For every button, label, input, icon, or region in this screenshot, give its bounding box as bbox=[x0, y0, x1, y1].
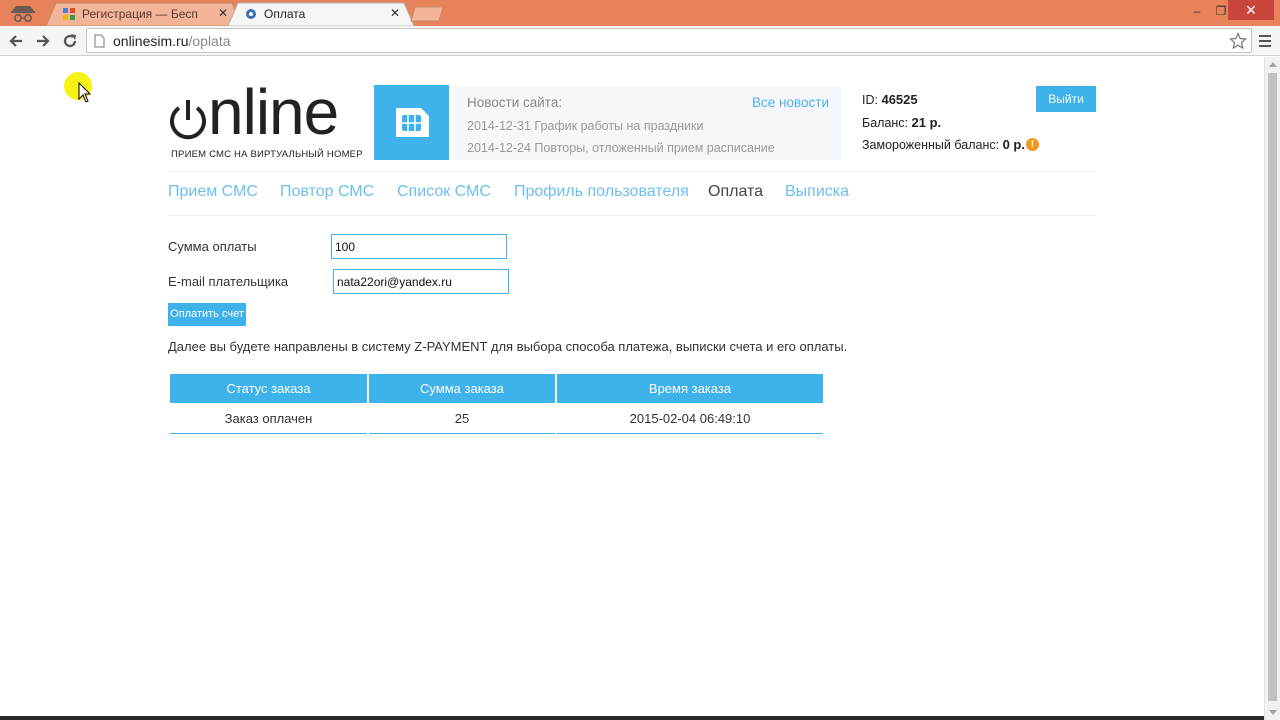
nav-item-user-profile[interactable]: Профиль пользователя bbox=[514, 183, 689, 201]
reload-icon[interactable] bbox=[60, 31, 80, 51]
logo-tagline: ПРИЕМ СМС НА ВИРТУАЛЬНЫЙ НОМЕР bbox=[171, 149, 363, 160]
payment-info-text: Далее вы будете направлены в систему Z-P… bbox=[168, 339, 848, 354]
account-frozen-balance: Замороженный баланс: 0 р.! bbox=[862, 137, 1039, 152]
power-icon bbox=[170, 100, 206, 140]
warning-icon[interactable]: ! bbox=[1025, 138, 1039, 151]
nav-item-receive-sms[interactable]: Прием СМС bbox=[168, 183, 258, 201]
page-icon bbox=[94, 34, 105, 48]
all-news-link[interactable]: Все новости bbox=[752, 95, 829, 110]
mouse-cursor-icon bbox=[78, 82, 92, 103]
window-bottom-edge bbox=[0, 716, 1264, 720]
browser-titlebar: Регистрация — Бесплатн ✕ Оплата ✕ – ❐ ✕ bbox=[0, 0, 1280, 26]
tab-favicon-icon bbox=[63, 8, 75, 20]
page-scrollbar[interactable] bbox=[1264, 57, 1280, 720]
nav-item-repeat-sms[interactable]: Повтор СМС bbox=[280, 183, 374, 201]
menu-icon[interactable] bbox=[1258, 32, 1272, 50]
scroll-up-icon[interactable] bbox=[1269, 62, 1277, 67]
back-arrow-icon[interactable] bbox=[6, 31, 26, 51]
logout-button[interactable]: Выйти bbox=[1036, 86, 1096, 112]
tab-favicon-icon bbox=[246, 9, 256, 19]
divider bbox=[168, 215, 1096, 216]
tab-title: Регистрация — Бесплатн bbox=[82, 7, 198, 21]
email-field[interactable] bbox=[333, 269, 509, 294]
order-time-cell: 2015-02-04 06:49:10 bbox=[557, 403, 823, 434]
column-header: Статус заказа bbox=[170, 374, 367, 403]
nav-item-payment[interactable]: Оплата bbox=[708, 183, 763, 201]
url-text: onlinesim.ru/oplata bbox=[113, 33, 231, 49]
site-logo[interactable]: nline ПРИЕМ СМС НА ВИРТУАЛЬНЫЙ НОМЕР bbox=[168, 80, 450, 162]
pay-invoice-button[interactable]: Оплатить счет bbox=[168, 303, 246, 326]
nav-item-statement[interactable]: Выписка bbox=[785, 183, 849, 201]
amount-label: Сумма оплаты bbox=[168, 239, 257, 254]
news-item[interactable]: 2014-12-31 График работы на праздники bbox=[467, 119, 703, 133]
email-label: E-mail плательщика bbox=[168, 274, 289, 289]
news-item[interactable]: 2014-12-24 Повторы, отложенный прием рас… bbox=[467, 141, 775, 155]
order-status-cell: Заказ оплачен bbox=[170, 403, 367, 434]
bookmark-star-icon[interactable] bbox=[1229, 32, 1247, 50]
window-close-icon[interactable]: ✕ bbox=[1228, 0, 1274, 20]
forward-arrow-icon[interactable] bbox=[33, 31, 53, 51]
tab-registration[interactable]: Регистрация — Бесплатн ✕ bbox=[46, 2, 242, 26]
browser-toolbar: onlinesim.ru/oplata bbox=[0, 26, 1280, 56]
account-id: ID: 46525 bbox=[862, 92, 918, 107]
incognito-icon bbox=[11, 6, 35, 23]
scrollbar-thumb[interactable] bbox=[1268, 73, 1277, 701]
column-header: Сумма заказа bbox=[369, 374, 555, 403]
amount-input[interactable] bbox=[331, 234, 507, 259]
scroll-down-icon[interactable] bbox=[1269, 710, 1277, 715]
tab-oplata[interactable]: Оплата ✕ bbox=[228, 2, 414, 26]
new-tab-button[interactable] bbox=[410, 6, 444, 22]
tab-title: Оплата bbox=[264, 7, 306, 21]
news-title: Новости сайта: bbox=[467, 95, 563, 110]
sim-card-icon bbox=[374, 85, 449, 160]
logo-word: nline bbox=[208, 76, 339, 148]
divider bbox=[168, 171, 1096, 172]
account-balance: Баланс: 21 р. bbox=[862, 115, 942, 130]
address-bar[interactable]: onlinesim.ru/oplata bbox=[86, 28, 1252, 53]
minimize-icon[interactable]: – bbox=[1184, 2, 1210, 20]
tab-close-icon[interactable]: ✕ bbox=[388, 6, 402, 20]
news-panel: Новости сайта: Все новости 2014-12-31 Гр… bbox=[455, 86, 841, 160]
column-header: Время заказа bbox=[557, 374, 823, 403]
order-amount-cell: 25 bbox=[369, 403, 555, 434]
nav-item-sms-list[interactable]: Список СМС bbox=[397, 183, 491, 201]
